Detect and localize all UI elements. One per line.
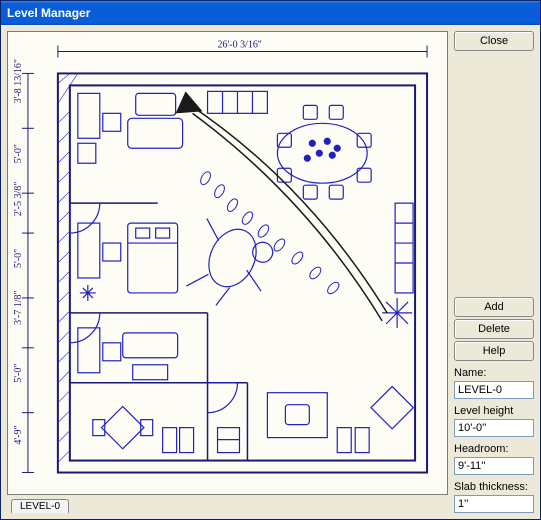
level-height-field[interactable]: [454, 419, 534, 437]
tab-bar: LEVEL-0: [7, 495, 448, 513]
left-pane: 26'-0 3/16" 3'-8 13/16" 5'-0" 2'-5 3/8" …: [7, 31, 448, 513]
dim-left-5: 5'-0": [13, 364, 24, 383]
right-panel: Close Add Delete Help Name: Level height…: [454, 31, 534, 513]
titlebar[interactable]: Level Manager: [1, 1, 540, 25]
help-button[interactable]: Help: [454, 341, 534, 361]
dim-top: 26'-0 3/16": [218, 39, 262, 50]
delete-button[interactable]: Delete: [454, 319, 534, 339]
label-slab: Slab thickness:: [454, 481, 534, 493]
headroom-field[interactable]: [454, 457, 534, 475]
dim-left-4: 3'-7 1/8": [13, 290, 24, 324]
tab-level-0[interactable]: LEVEL-0: [11, 499, 69, 513]
slab-field[interactable]: [454, 495, 534, 513]
label-headroom: Headroom:: [454, 443, 534, 455]
floorplan-canvas[interactable]: 26'-0 3/16" 3'-8 13/16" 5'-0" 2'-5 3/8" …: [7, 31, 448, 495]
level-manager-window: Level Manager 26'-0 3/16": [0, 0, 541, 520]
dim-left-2: 2'-5 3/8": [13, 182, 24, 216]
dim-left-1: 5'-0": [13, 144, 24, 163]
name-field[interactable]: [454, 381, 534, 399]
title-text: Level Manager: [7, 6, 90, 20]
client-area: 26'-0 3/16" 3'-8 13/16" 5'-0" 2'-5 3/8" …: [1, 25, 540, 519]
floorplan-svg: 26'-0 3/16" 3'-8 13/16" 5'-0" 2'-5 3/8" …: [8, 32, 447, 494]
dim-left-6: 4'-9": [13, 425, 24, 444]
dim-left-3: 5'-0": [13, 249, 24, 268]
close-button[interactable]: Close: [454, 31, 534, 51]
add-button[interactable]: Add: [454, 297, 534, 317]
label-name: Name:: [454, 367, 534, 379]
dim-left-0: 3'-8 13/16": [13, 59, 24, 103]
label-level-height: Level height: [454, 405, 534, 417]
